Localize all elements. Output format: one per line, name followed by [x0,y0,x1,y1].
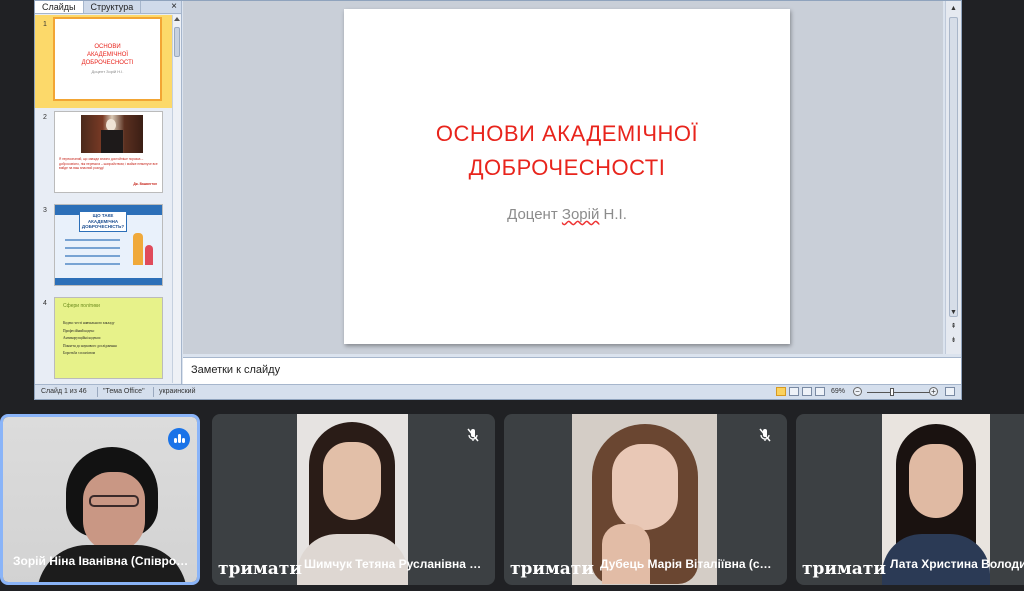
previous-slide-icon[interactable]: ⇞ [948,321,959,332]
scroll-up-icon[interactable]: ▲ [948,3,959,14]
current-slide[interactable]: ОСНОВИ АКАДЕМІЧНОЇ ДОБРОЧЕСНОСТІ Доцент … [344,9,790,344]
scroll-up-arrow-icon[interactable] [174,17,180,21]
participant-tile-3[interactable]: тримати Дубець Марія Віталіївна (с… [504,414,787,585]
next-slide-icon[interactable]: ⇟ [948,335,959,346]
zoom-slider-knob[interactable] [890,388,894,396]
portrait-image [81,115,143,153]
close-pane-icon[interactable]: × [167,1,181,13]
hold-caption: тримати [510,559,594,579]
slide-thumbnail-image: ЩО ТАКЕ АКАДЕМІЧНА ДОБРОЧЕСНІСТЬ? [54,204,163,286]
participant-name: Дубець Марія Віталіївна (с… [600,557,772,571]
glasses-graphic [89,495,139,507]
status-separator [153,387,154,397]
slide-counter: Слайд 1 из 46 [41,388,87,395]
person-face [909,444,963,518]
mic-off-icon [467,428,479,442]
thumbnail-subtitle: Доцент Зорій Н.І. [91,69,124,74]
slide-thumbnail-image: Я переконаний, що завжди значно достойні… [54,111,163,193]
thumbnail-list-item: Антикорупційні кодекси [63,336,101,340]
hold-caption: тримати [218,559,302,579]
thumbnail-quote: Я переконаний, що завжди значно достойні… [59,157,158,170]
slide-number: 1 [43,21,47,28]
slide-number: 3 [43,207,47,214]
thumbnail-scrollbar[interactable] [172,15,181,383]
zoom-in-icon[interactable]: + [929,387,938,396]
theme-name: "Тема Office" [103,388,145,395]
status-separator [97,387,98,397]
slide-title-line: ОСНОВИ АКАДЕМІЧНОЇ [435,121,699,146]
slide-number: 2 [43,114,47,121]
slideshow-view-icon[interactable] [815,387,825,396]
slide-sorter-view-icon[interactable] [789,387,799,396]
slide-title-line: ДОБРОЧЕСНОСТІ [468,155,666,180]
hold-caption: тримати [802,559,886,579]
thumbnail-author: Дж. Вашингтон [133,182,157,186]
mic-off-icon [759,428,771,442]
editor-vertical-scrollbar[interactable]: ▲ ▼ ⇞ ⇟ [945,1,961,354]
slide-thumbnail-3[interactable]: 3 ЩО ТАКЕ АКАДЕМІЧНА ДОБРОЧЕСНІСТЬ? [35,201,172,294]
fit-to-window-icon[interactable] [945,387,955,396]
normal-view-icon[interactable] [776,387,786,396]
thumbnail-list-item: Поняття до наукового дослідження [63,343,117,348]
participant-tile-2[interactable]: тримати Шимчук Тетяна Русланівна … [212,414,495,585]
status-bar: Слайд 1 из 46 "Тема Office" украинский 6… [35,384,961,399]
zoom-out-icon[interactable]: − [853,387,862,396]
slide-thumbnail-image: ОСНОВИ АКАДЕМІЧНОЇ ДОБРОЧЕСНОСТІ Доцент … [53,17,162,101]
participant-tile-1[interactable]: Зорій Ніна Іванівна (Співро… [0,414,200,585]
slide-number: 4 [43,300,47,307]
subtitle-suffix: Н.І. [599,206,627,223]
thumbnail-list-item: Кодекс честі навчального закладу [63,321,115,325]
participant-tile-4[interactable]: тримати Лата Христина Володи [796,414,1024,585]
scroll-down-icon[interactable]: ▼ [948,307,959,318]
language[interactable]: украинский [159,388,196,395]
thumbnail-title: ОСНОВИ АКАДЕМІЧНОЇ ДОБРОЧЕСНОСТІ [81,44,134,66]
thumbnail-heading: ЩО ТАКЕ АКАДЕМІЧНА ДОБРОЧЕСНІСТЬ? [79,211,127,232]
thumbnail-footer-band [55,278,162,285]
participant-name: Зорій Ніна Іванівна (Співро… [13,554,189,568]
slide-thumbnail-4[interactable]: 4 Сфери політики Кодекс честі навчальног… [35,294,172,383]
speaking-indicator-icon [168,428,190,450]
slide-thumbnail-1[interactable]: 1 ОСНОВИ АКАДЕМІЧНОЇ ДОБРОЧЕСНОСТІ Доцен… [35,15,172,108]
slide-editor-area: ОСНОВИ АКАДЕМІЧНОЇ ДОБРОЧЕСНОСТІ Доцент … [183,1,943,354]
slide-subtitle: Доцент Зорій Н.І. [344,206,790,223]
zoom-level[interactable]: 69% [831,388,845,395]
scroll-thumb[interactable] [174,27,180,57]
thumbnail-list-graphic [65,239,120,269]
thumbnail-list-item: Боротьба з плагіатом [63,351,96,355]
slide-title: ОСНОВИ АКАДЕМІЧНОЇ ДОБРОЧЕСНОСТІ [344,117,790,185]
person-hand [602,524,650,584]
slide-thumbnail-image: Сфери політики Кодекс честі навчального … [54,297,163,379]
slide-thumbnail-list: 1 ОСНОВИ АКАДЕМІЧНОЇ ДОБРОЧЕСНОСТІ Доцен… [35,15,172,383]
tab-slides[interactable]: Слайды [35,1,84,13]
subtitle-name-misspelled: Зорій [561,206,600,223]
tab-outline[interactable]: Структура [84,1,142,13]
person-face [83,472,145,552]
person-face [323,442,381,520]
shared-presentation-window: Слайды Структура × 1 ОСНОВИ АКАДЕМІЧНОЇ … [34,0,962,400]
subtitle-prefix: Доцент [507,206,562,223]
person-face [612,444,678,530]
scroll-thumb[interactable] [949,17,958,317]
thumbnail-list-item: Професійний кодекс [63,328,95,333]
participant-name: Шимчук Тетяна Русланівна … [304,557,482,571]
thumbnail-list: Кодекс честі навчального закладу Професі… [63,320,117,358]
slide-thumbnail-2[interactable]: 2 Я переконаний, що завжди значно достой… [35,108,172,201]
reading-view-icon[interactable] [802,387,812,396]
participant-name: Лата Христина Володи [890,557,1024,571]
figure-graphic [145,245,153,265]
figure-graphic [133,233,143,265]
pane-tabs: Слайды Структура × [35,1,181,14]
zoom-slider-track[interactable] [867,392,935,393]
slides-pane: Слайды Структура × 1 ОСНОВИ АКАДЕМІЧНОЇ … [35,1,182,384]
notes-field[interactable]: Заметки к слайду [183,357,961,384]
thumbnail-heading: Сфери політики [63,303,100,309]
